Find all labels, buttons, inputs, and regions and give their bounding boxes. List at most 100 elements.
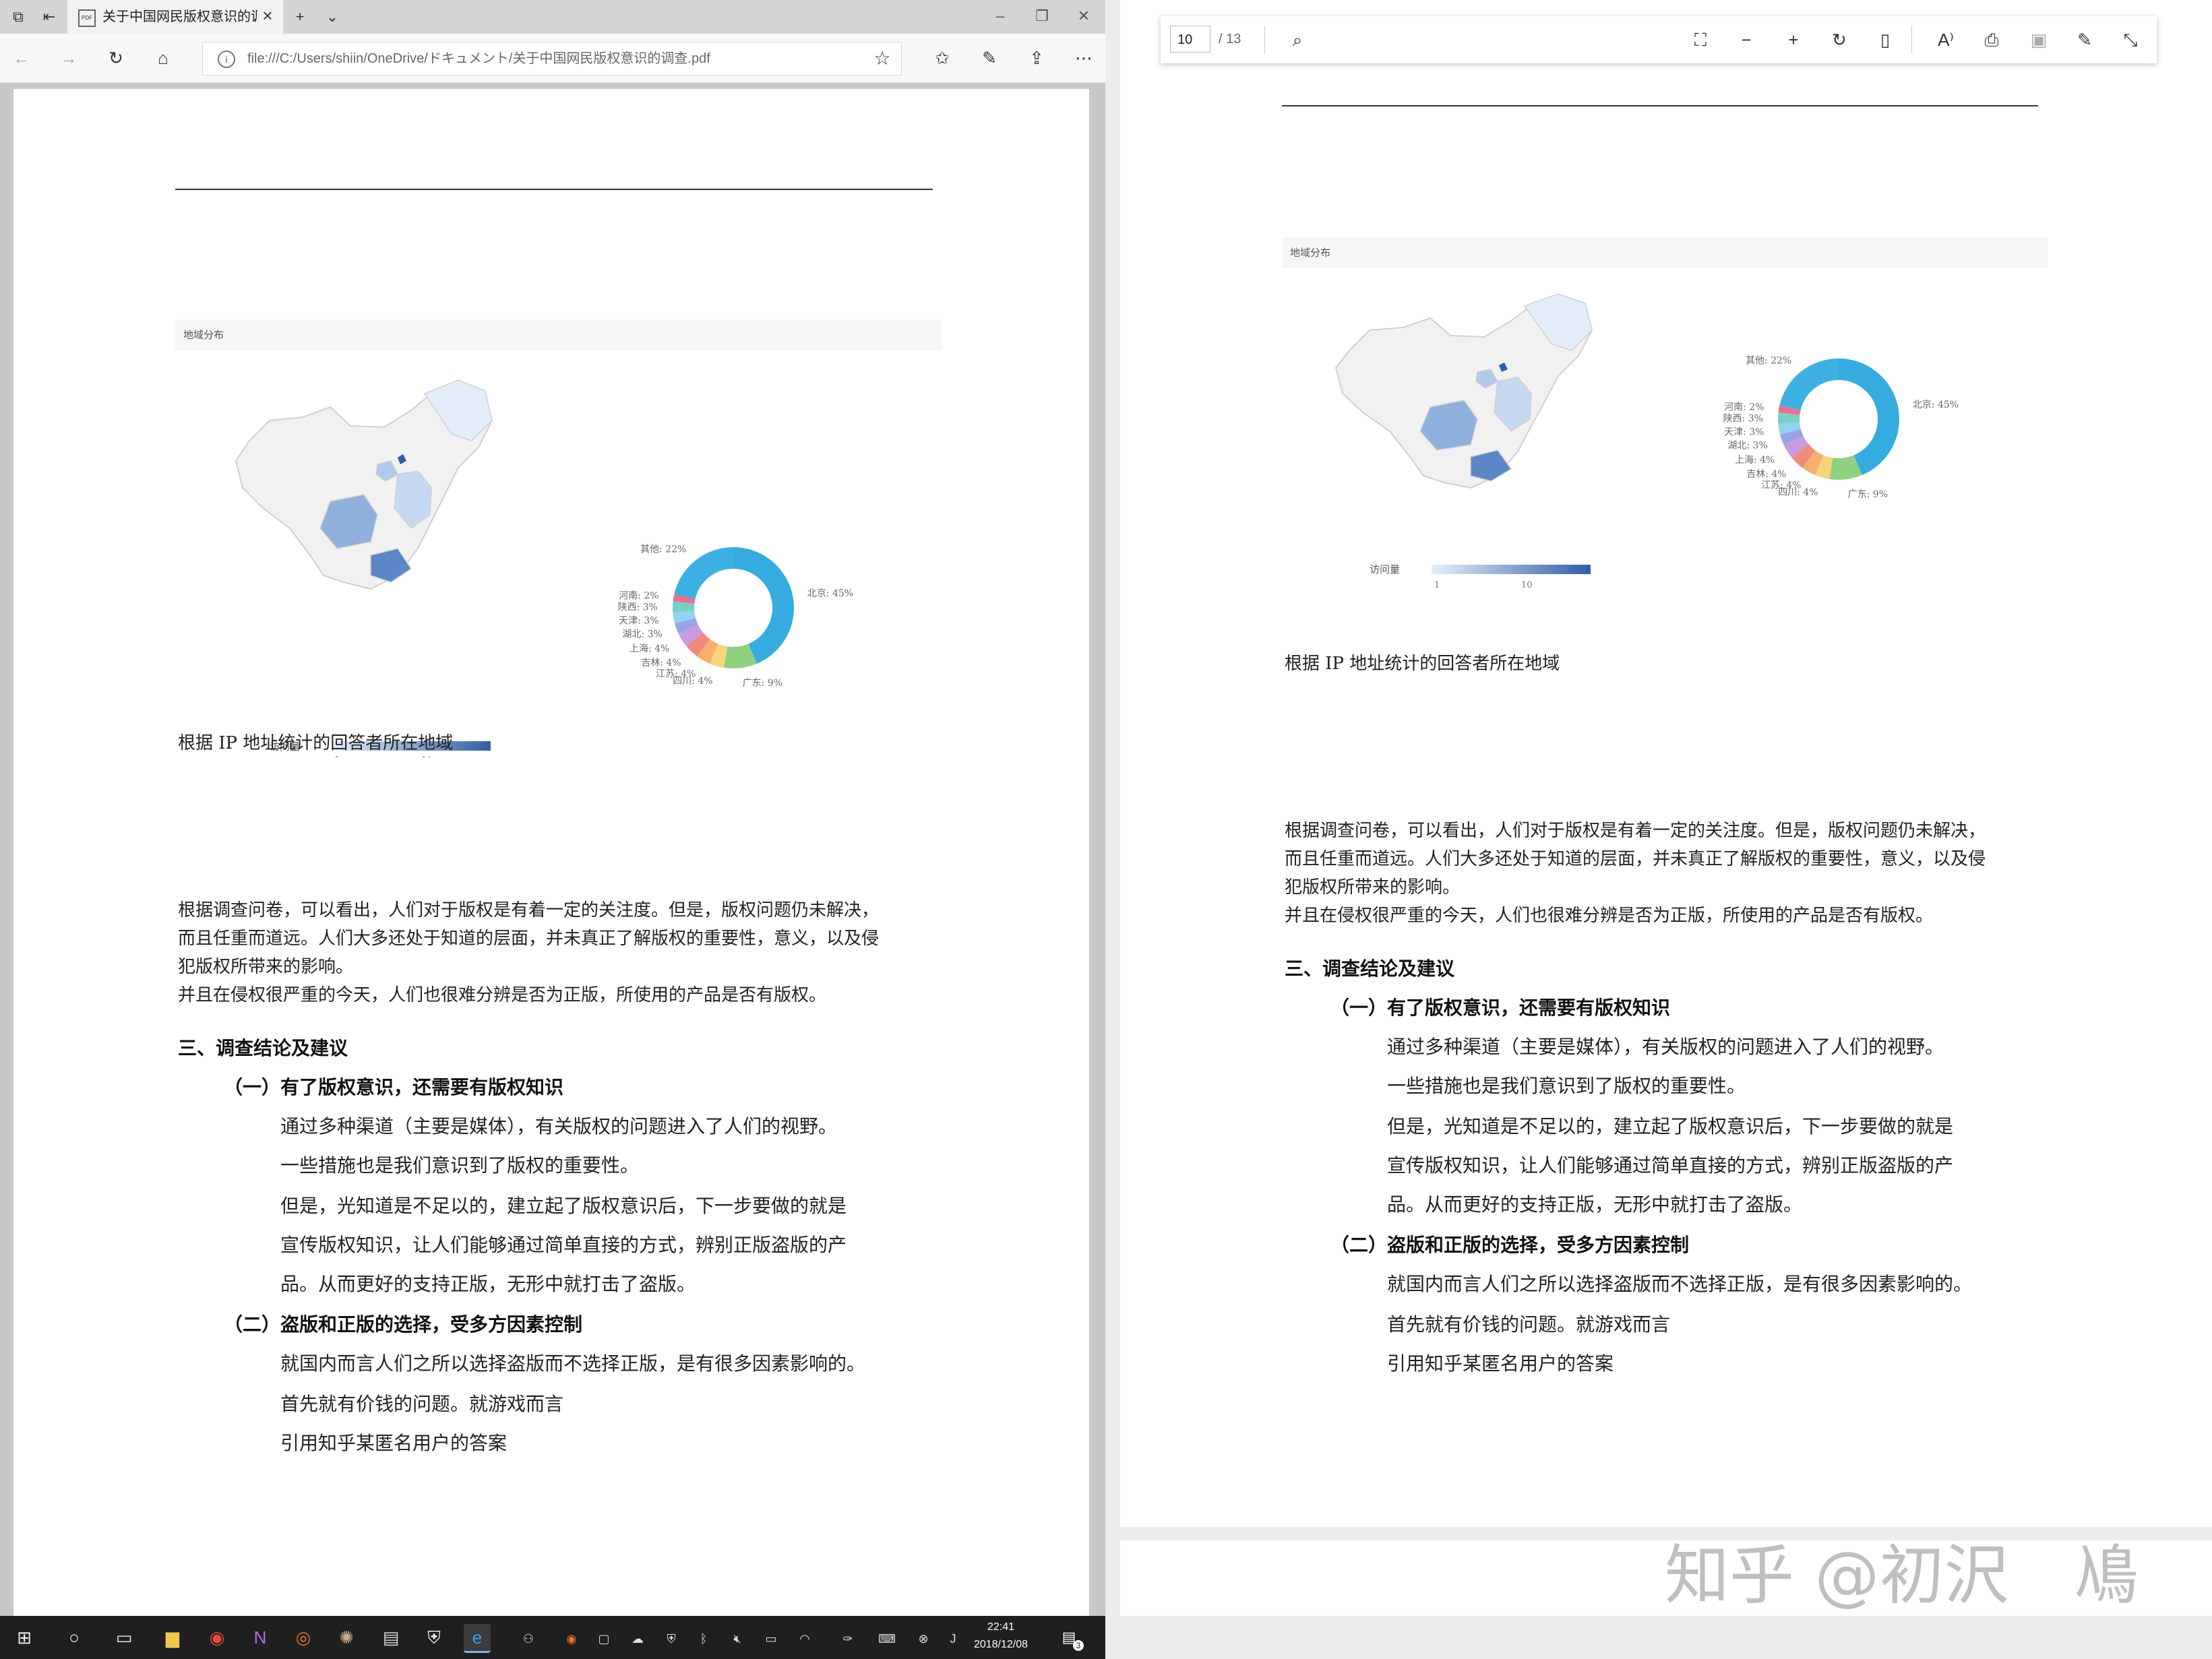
chart-caption: 根据 IP 地址统计的回答者所在地域	[178, 733, 454, 753]
start-windows-icon[interactable]: ⊞	[11, 1624, 38, 1651]
tray-app-icon[interactable]: ▢	[594, 1629, 613, 1648]
donut-slice-7	[673, 611, 696, 624]
touch-keyboard-icon[interactable]: ⌨	[878, 1629, 896, 1648]
app-icon-window[interactable]: ▤	[377, 1624, 404, 1651]
body-line: 宣传版权知识，让人们能够通过简单直接的方式，辨别正版盗版的产	[280, 1234, 847, 1256]
task-view-icon[interactable]: ▭	[111, 1624, 137, 1651]
chrome-icon[interactable]: ◉	[204, 1624, 231, 1651]
clock-date: 2018/12/08	[973, 1639, 1028, 1650]
donut-slice-1	[1829, 455, 1862, 480]
body-line: 品。从而更好的支持正版，无形中就打击了盗版。	[1387, 1193, 1803, 1216]
defender-icon[interactable]: ⛨	[662, 1629, 681, 1648]
save-icon[interactable]: ▣	[2025, 26, 2053, 54]
back-icon[interactable]: ←	[9, 46, 34, 70]
donut-slice-2	[1815, 455, 1833, 479]
new-tab-icon[interactable]: +	[290, 7, 310, 27]
donut-label-8: 陕西: 3%	[618, 602, 658, 613]
firefox-icon[interactable]: ◎	[290, 1624, 317, 1651]
battery-icon[interactable]: ▭	[762, 1629, 780, 1648]
ime-icon[interactable]: J	[944, 1629, 962, 1648]
rotate-icon[interactable]: ↻	[1825, 26, 1853, 54]
fit-to-page-icon[interactable]: ⛶	[1686, 26, 1715, 54]
donut-label-7: 天津: 3%	[619, 616, 658, 627]
set-tabs-aside-icon[interactable]: ⇤	[39, 7, 59, 27]
paragraph-line: 根据调查问卷，可以看出，人们对于版权是有着一定的关注度。但是，版权问题仍未解决，	[178, 900, 880, 920]
tab-manager-icon[interactable]: ⧉	[8, 7, 28, 27]
info-icon[interactable]: i	[218, 51, 235, 68]
paragraph-line: 犯版权所带来的影响。	[1285, 877, 1461, 898]
onedrive-icon[interactable]: ☁	[628, 1629, 647, 1648]
cortana-search-icon[interactable]: ○	[61, 1624, 88, 1651]
edge-browser-window: ⧉ ⇤ PDF 关于中国网民版权意识的调查.pdf × + ⌄ – ❐ ✕ ← …	[0, 0, 1105, 1659]
donut-slice-6	[1780, 429, 1804, 445]
read-aloud-icon[interactable]: A⁾	[1932, 26, 1960, 54]
action-center-icon[interactable]: ▤ 3	[1057, 1625, 1084, 1651]
file-explorer-icon[interactable]: ▆	[159, 1624, 186, 1651]
favorites-hub-icon[interactable]: ✩	[930, 46, 954, 70]
wifi-icon[interactable]: ◠	[795, 1629, 814, 1648]
body-line: 一些措施也是我们意识到了版权的重要性。	[280, 1154, 640, 1177]
close-tab-icon[interactable]: ×	[257, 5, 278, 26]
body-line: 首先就有价钱的问题。就游戏而言	[280, 1393, 564, 1415]
onenote-icon[interactable]: N	[247, 1624, 274, 1651]
donut-slice-10	[1779, 358, 1839, 411]
page-number-input[interactable]: 10	[1170, 26, 1210, 53]
chart-header: 地域分布	[175, 319, 942, 350]
donut-slice-7	[1778, 422, 1802, 435]
people-icon[interactable]: ⚇	[519, 1629, 538, 1648]
page-header-rule	[1282, 105, 2038, 106]
address-bar[interactable]: i file:///C:/Users/shiin/OneDrive/ドキュメント…	[202, 42, 902, 75]
volume-muted-icon[interactable]: 🔇︎	[728, 1629, 747, 1648]
paragraph-line: 根据调查问卷，可以看出，人们对于版权是有着一定的关注度。但是，版权问题仍未解决，	[1285, 821, 1986, 841]
donut-label-4: 吉林: 4%	[641, 658, 681, 668]
donut-slice-9	[673, 594, 696, 604]
favorite-star-icon[interactable]: ☆	[870, 46, 894, 71]
donut-slice-0	[1838, 358, 1899, 476]
body-line: 引用知乎某匿名用户的答案	[280, 1432, 508, 1454]
body-line: 通过多种渠道（主要是媒体），有关版权的问题进入了人们的视野。	[280, 1115, 838, 1137]
address-url: file:///C:/Users/shiin/OneDrive/ドキュメント/关…	[247, 51, 710, 66]
tab-active-pdf[interactable]: PDF 关于中国网民版权意识的调查.pdf ×	[67, 0, 283, 34]
china-map	[1334, 293, 1593, 489]
tray-firefox-icon[interactable]: ◉	[562, 1629, 581, 1648]
donut-label-3: 江苏: 4%	[1761, 480, 1801, 491]
edge-icon[interactable]: e	[464, 1624, 491, 1653]
pdf-toolbar: 10 / 13 ⌕ ⛶ − + ↻ ▯ A⁾ ⎙ ▣ ✎ ⤡	[1161, 16, 2157, 63]
donut-slice-5	[678, 624, 704, 647]
toolbar-divider	[1264, 26, 1265, 54]
zoom-in-icon[interactable]: +	[1779, 26, 1808, 54]
page-view-icon[interactable]: ▯	[1871, 26, 1899, 54]
tray-x-icon[interactable]: ⊗	[914, 1629, 933, 1648]
search-icon[interactable]: ⌕	[1283, 26, 1312, 54]
exit-fullscreen-icon[interactable]: ⤡	[2116, 26, 2145, 54]
pdf-file-icon: PDF	[78, 9, 96, 27]
donut-chart: 北京: 45%广东: 9%四川: 4%江苏: 4%吉林: 4%上海: 4%湖北:…	[618, 544, 853, 689]
clock[interactable]: 22:41 2018/12/08	[964, 1619, 1038, 1654]
donut-label-10: 其他: 22%	[640, 544, 686, 555]
forward-icon[interactable]: →	[57, 46, 81, 70]
map-legend-label: 访问量	[1370, 563, 1400, 575]
donut-label-4: 吉林: 4%	[1746, 469, 1786, 480]
share-icon[interactable]: ⇪	[1024, 46, 1049, 70]
body-line: 通过多种渠道（主要是媒体），有关版权的问题进入了人们的视野。	[1387, 1036, 1944, 1058]
close-window-icon[interactable]: ✕	[1070, 3, 1097, 30]
refresh-icon[interactable]: ↻	[104, 46, 128, 70]
security-shield-icon[interactable]: ⛨	[421, 1624, 448, 1651]
print-icon[interactable]: ⎙	[1977, 26, 2006, 54]
more-menu-icon[interactable]: ⋯	[1072, 46, 1096, 70]
save-as-icon[interactable]: ✎	[2070, 26, 2099, 54]
minimize-icon[interactable]: –	[987, 3, 1014, 30]
tab-preview-chevron-icon[interactable]: ⌄	[322, 7, 342, 27]
toolbar-divider	[1911, 26, 1912, 54]
web-note-pen-icon[interactable]: ✎	[977, 46, 1002, 70]
pen-workspace-icon[interactable]: ✑	[838, 1629, 857, 1648]
navigation-bar: ← → ↻ ⌂ i file:///C:/Users/shiin/OneDriv…	[0, 34, 1105, 83]
home-icon[interactable]: ⌂	[151, 46, 175, 70]
donut-label-9: 河南: 2%	[619, 590, 658, 601]
restore-icon[interactable]: ❐	[1028, 3, 1055, 30]
body-line: 品。从而更好的支持正版，无形中就打击了盗版。	[280, 1273, 696, 1295]
zoom-out-icon[interactable]: −	[1732, 26, 1760, 54]
app-icon-game[interactable]: ✺	[333, 1624, 360, 1651]
pdf-page: 地域分布 访问量 1 10 北京: 45% 广东: 9% 四川: 4% 江苏: 4% 吉…	[1120, 0, 2212, 1527]
bluetooth-icon[interactable]: ᛒ	[694, 1629, 713, 1648]
